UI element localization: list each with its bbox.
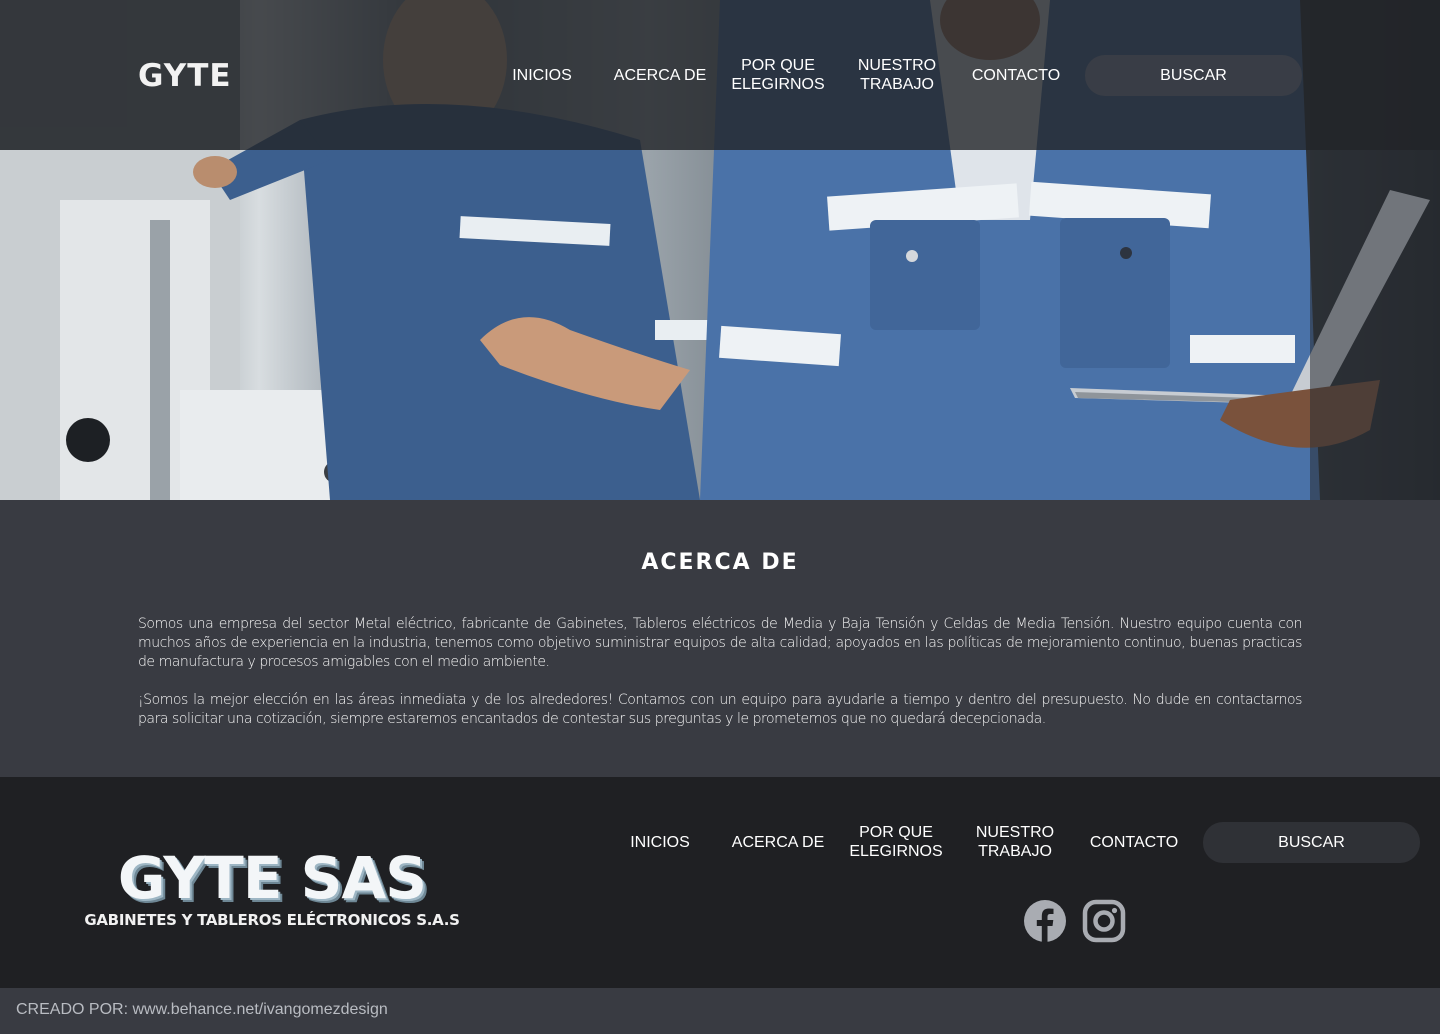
credit-bar: CREADO POR: www.behance.net/ivangomezdes… <box>0 988 1440 1034</box>
footer-nav-inicios[interactable]: INICIOS <box>615 822 705 862</box>
footer-brand-logo: GYTE SAS <box>117 844 427 912</box>
nav-inicios[interactable]: INICIOS <box>497 55 587 95</box>
about-paragraph-1: Somos una empresa del sector Metal eléct… <box>138 616 1302 670</box>
footer-search-button[interactable]: BUSCAR <box>1203 822 1420 863</box>
nav-nuestro-trabajo[interactable]: NUESTRO TRABAJO <box>842 55 952 95</box>
footer-nav-acerca-de[interactable]: ACERCA DE <box>723 822 833 862</box>
about-paragraph-2: ¡Somos la mejor elección en las áreas in… <box>138 692 1302 727</box>
footer-brand-subtitle: GABINETES Y TABLEROS ELÉCTRONICOS S.A.S <box>84 911 460 929</box>
footer-nav-por-que-elegirnos[interactable]: POR QUE ELEGIRNOS <box>841 822 951 862</box>
instagram-icon[interactable] <box>1082 899 1126 943</box>
footer: GYTE SAS GABINETES Y TABLEROS ELÉCTRONIC… <box>0 777 1440 988</box>
hero-banner: GYTE INICIOS ACERCA DE POR QUE ELEGIRNOS… <box>0 0 1440 500</box>
top-navbar: GYTE INICIOS ACERCA DE POR QUE ELEGIRNOS… <box>0 0 1440 150</box>
credit-text: CREADO POR: www.behance.net/ivangomezdes… <box>16 1001 388 1018</box>
about-title: ACERCA DE <box>641 550 799 575</box>
search-button[interactable]: BUSCAR <box>1085 55 1302 96</box>
nav-acerca-de[interactable]: ACERCA DE <box>605 55 715 95</box>
site-logo[interactable]: GYTE <box>138 58 232 94</box>
nav-por-que-elegirnos[interactable]: POR QUE ELEGIRNOS <box>723 55 833 95</box>
footer-nav-contacto[interactable]: CONTACTO <box>1079 822 1189 862</box>
footer-nav-nuestro-trabajo[interactable]: NUESTRO TRABAJO <box>960 822 1070 862</box>
facebook-icon[interactable] <box>1023 899 1067 943</box>
nav-contacto[interactable]: CONTACTO <box>961 55 1071 95</box>
about-section: ACERCA DE Somos una empresa del sector M… <box>0 500 1440 777</box>
